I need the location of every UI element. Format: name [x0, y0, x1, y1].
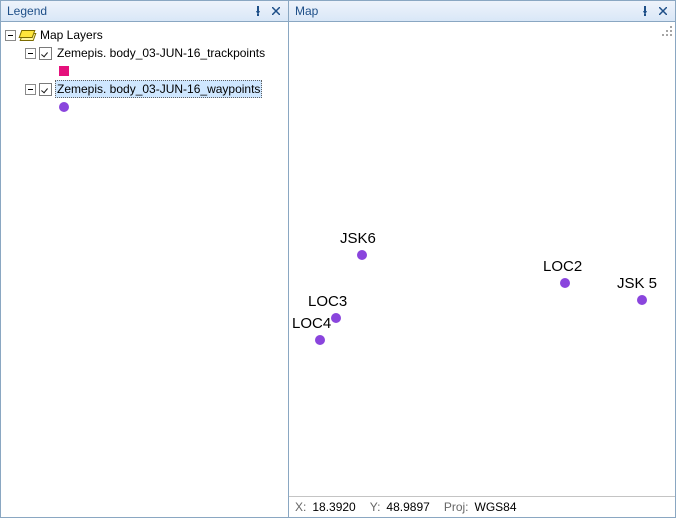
waypoint-label: JSK 5 — [617, 275, 657, 292]
close-icon[interactable] — [655, 3, 671, 19]
waypoint-label: LOC3 — [308, 293, 347, 310]
layer-checkbox[interactable] — [39, 83, 52, 96]
layers-icon — [19, 27, 35, 43]
tree-symbol-row[interactable] — [3, 62, 286, 80]
legend-panel: Legend Map Layers Zemepis. body_03-JUN-1… — [1, 1, 289, 517]
tree-layer-row[interactable]: Zemepis. body_03-JUN-16_trackpoints — [3, 44, 286, 62]
status-x-label: X: — [295, 500, 306, 514]
legend-header: Legend — [1, 1, 288, 22]
waypoint-label: LOC4 — [292, 315, 331, 332]
map-header: Map — [289, 1, 675, 22]
resize-grip-icon — [661, 25, 673, 37]
waypoint-label: LOC2 — [543, 258, 582, 275]
expander-icon[interactable] — [5, 30, 16, 41]
expander-icon[interactable] — [25, 84, 36, 95]
waypoint-marker-icon — [357, 250, 367, 260]
tree-symbol-row[interactable] — [3, 98, 286, 116]
map-title: Map — [295, 4, 635, 18]
status-proj-value: WGS84 — [475, 500, 517, 514]
status-x-value: 18.3920 — [312, 500, 355, 514]
map-canvas[interactable]: JSK6 LOC3 LOC4 LOC2 JSK 5 — [289, 22, 675, 496]
waypoint-marker-icon — [331, 313, 341, 323]
symbol-square-icon — [59, 66, 69, 76]
legend-tree: Map Layers Zemepis. body_03-JUN-16_track… — [1, 22, 288, 120]
pin-icon[interactable] — [637, 3, 653, 19]
status-y-value: 48.9897 — [386, 500, 429, 514]
pin-icon[interactable] — [250, 3, 266, 19]
close-icon[interactable] — [268, 3, 284, 19]
layer-name[interactable]: Zemepis. body_03-JUN-16_trackpoints — [55, 45, 267, 61]
status-proj-label: Proj: — [444, 500, 469, 514]
expander-icon[interactable] — [25, 48, 36, 59]
symbol-circle-icon — [59, 102, 69, 112]
map-panel: Map JSK6 LOC3 LOC4 LOC2 JSK 5 X: 18.3920 Y: … — [289, 1, 675, 517]
tree-root-row[interactable]: Map Layers — [3, 26, 286, 44]
status-bar: X: 18.3920 Y: 48.9897 Proj: WGS84 — [289, 496, 675, 517]
tree-root-label: Map Layers — [38, 27, 105, 43]
tree-layer-row[interactable]: Zemepis. body_03-JUN-16_waypoints — [3, 80, 286, 98]
waypoint-label: JSK6 — [340, 230, 376, 247]
layer-name[interactable]: Zemepis. body_03-JUN-16_waypoints — [55, 80, 262, 98]
status-y-label: Y: — [370, 500, 381, 514]
legend-title: Legend — [7, 4, 248, 18]
waypoint-marker-icon — [315, 335, 325, 345]
layer-checkbox[interactable] — [39, 47, 52, 60]
waypoint-marker-icon — [637, 295, 647, 305]
waypoint-marker-icon — [560, 278, 570, 288]
